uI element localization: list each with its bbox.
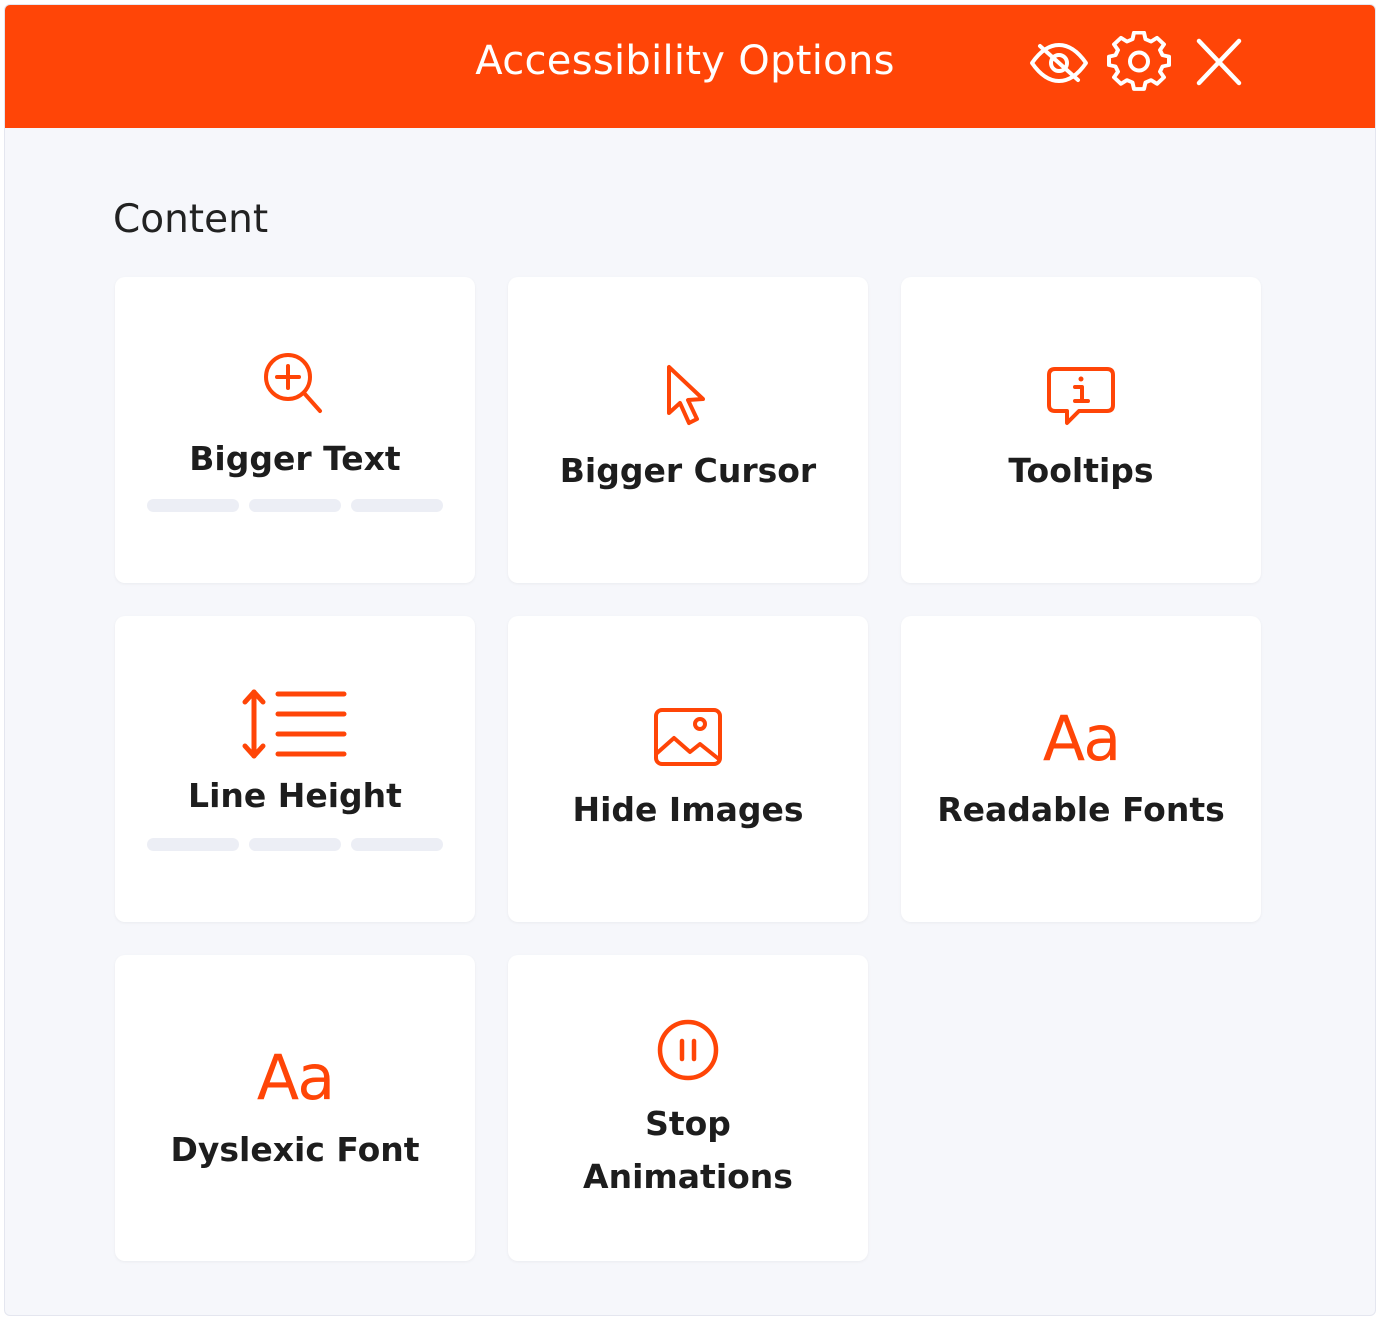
line-height-label: Line Height: [188, 776, 402, 815]
level-segment: [351, 838, 443, 851]
stop-animations-button[interactable]: Stop Animations: [508, 955, 868, 1261]
accessibility-panel: Accessibility Options Content Bigger Tex…: [4, 4, 1376, 1316]
line-height-button[interactable]: Line Height: [115, 616, 475, 922]
section-title-content: Content: [113, 197, 269, 242]
panel-header: Accessibility Options: [5, 5, 1375, 128]
cursor-icon: [508, 363, 868, 429]
pause-icon: [508, 1017, 868, 1083]
bigger-text-button[interactable]: Bigger Text: [115, 277, 475, 583]
hide-images-label: Hide Images: [572, 790, 804, 829]
bigger-cursor-label: Bigger Cursor: [559, 451, 817, 490]
stop-animations-label-line2: Animations: [583, 1157, 793, 1196]
zoom-in-icon: [115, 349, 475, 419]
readable-fonts-button[interactable]: Aa Readable Fonts: [901, 616, 1261, 922]
info-tooltip-icon: [901, 365, 1261, 429]
level-segment: [147, 838, 239, 851]
level-segment: [249, 838, 341, 851]
hide-images-button[interactable]: Hide Images: [508, 616, 868, 922]
dyslexic-font-button[interactable]: Aa Dyslexic Font: [115, 955, 475, 1261]
dyslexic-font-label: Dyslexic Font: [170, 1130, 420, 1169]
bigger-text-level-indicator: [147, 499, 443, 512]
close-icon[interactable]: [1187, 31, 1251, 95]
font-icon: Aa: [256, 1041, 335, 1114]
stop-animations-label-line1: Stop: [645, 1104, 731, 1143]
image-icon: [508, 706, 868, 768]
tooltips-label: Tooltips: [1008, 451, 1154, 490]
level-segment: [249, 499, 341, 512]
readable-fonts-label: Readable Fonts: [937, 790, 1225, 829]
eye-slash-icon[interactable]: [1027, 31, 1091, 95]
line-height-icon: [115, 686, 475, 762]
level-segment: [351, 499, 443, 512]
gear-icon[interactable]: [1107, 31, 1171, 95]
line-height-level-indicator: [147, 838, 443, 851]
bigger-text-label: Bigger Text: [189, 439, 401, 478]
bigger-cursor-button[interactable]: Bigger Cursor: [508, 277, 868, 583]
font-icon: Aa: [1042, 702, 1121, 775]
level-segment: [147, 499, 239, 512]
tooltips-button[interactable]: Tooltips: [901, 277, 1261, 583]
